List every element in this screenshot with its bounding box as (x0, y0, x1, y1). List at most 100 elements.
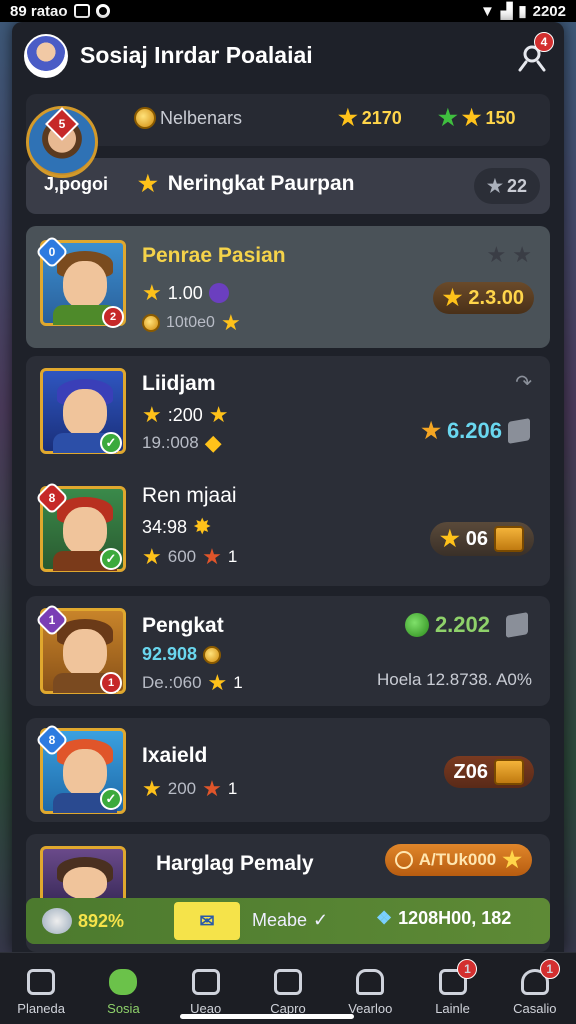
tab-badge: 1 (457, 959, 478, 979)
friends-button[interactable]: 4 (512, 32, 554, 76)
star-icon: ★ (202, 776, 222, 801)
entry-line2: 19.:008 (142, 433, 199, 452)
star-icon: ★ (440, 526, 460, 551)
star-icon: ★ (207, 670, 228, 695)
stars-value: 2170 (361, 107, 402, 128)
flame-icon: ◆ (204, 430, 222, 455)
inventory-icon (191, 969, 220, 995)
entry-line2-suffix: 1 (227, 547, 238, 566)
entry-extra: Hoela 12.8738. A0% (376, 670, 532, 689)
star-icon: ★ (461, 105, 482, 130)
player-rank-row[interactable]: J,pogoi ★ Neringkat Paurpan ★ 22 (26, 158, 550, 214)
reward-total: 1208H00, 182 (398, 908, 512, 928)
ticket-button[interactable]: ✉ (174, 902, 240, 940)
sync-icon (95, 4, 110, 18)
reward-strip[interactable]: 892% ✉ Meabe ✓ ❖ 1208H00, 182 (26, 898, 550, 944)
check-small-icon: ✓ (313, 910, 329, 930)
chest-icon[interactable] (494, 759, 524, 785)
currency-label: Nelbenars (160, 107, 243, 128)
list-item[interactable]: 8 ✓ Ixaield ★ 200 ★ 1 Z06 (26, 718, 550, 822)
tab-casalio[interactable]: Casalio 1 (494, 953, 576, 1024)
star-icon: ★ (142, 402, 162, 427)
favorite-icons[interactable]: ★ ★ (486, 242, 532, 268)
alert-mark: 1 (100, 672, 122, 694)
notification-badge: 4 (534, 32, 554, 52)
star-icon: ★ (220, 310, 241, 335)
currency-bar: Nelbenars ★ 2170 ★ ★ 150 (26, 94, 550, 146)
green-value: 150 (485, 107, 516, 128)
coin-icon (134, 107, 156, 129)
star-icon: ✸ (193, 514, 212, 539)
pot-icon (42, 908, 72, 934)
share-icon[interactable]: ↷ (515, 370, 532, 395)
tab-label: Casalio (513, 1001, 557, 1016)
timer-icon (394, 851, 413, 869)
box-icon[interactable] (506, 612, 528, 638)
score-pill: ★ 06 (430, 522, 534, 556)
cta-label: A/TUk000 (418, 850, 497, 869)
hero-portrait (40, 846, 126, 906)
star-icon: ★ (142, 776, 162, 801)
tab-label: Sosia (107, 1001, 140, 1016)
rank-points: 22 (507, 175, 528, 196)
tab-label: Lainle (435, 1001, 470, 1016)
entry-name: Penrae Pasian (142, 244, 286, 267)
list-item[interactable]: 1 1 Pengkat 92.908 De.:060 ★ 1 2.202 Hoe… (26, 596, 550, 706)
tab-badge: 1 (539, 959, 560, 979)
leaderboard-panel: Sosiaj Inrdar Poalaiai 4 Nelbenars ★ 217… (12, 22, 564, 952)
clock: 2202 (532, 2, 566, 20)
entry-score: 6.206 (446, 418, 502, 443)
cta-button[interactable]: A/TUk000 ★ (384, 844, 532, 876)
entry-score: Z06 (453, 760, 488, 783)
check-icon: ✓ (100, 432, 122, 454)
check-icon: ✓ (100, 788, 122, 810)
tab-label: Vearloo (348, 1001, 393, 1016)
shop-icon (273, 969, 302, 995)
green-star-icon: ★ (438, 105, 458, 130)
list-item[interactable]: 0 2 Penrae Pasian ★ 1.00 10t0e0 ★ ★ ★ ★ … (26, 226, 550, 348)
gem-icon (208, 283, 229, 303)
entry-name: Liidjam (142, 372, 216, 395)
star-icon: ★ (202, 544, 222, 569)
entry-score: 2.202 (434, 612, 490, 637)
box-icon[interactable] (508, 418, 530, 444)
entry-name: Ixaield (142, 744, 208, 767)
entry-name: Ren mjaai (142, 484, 237, 507)
diamond-icon: ❖ (376, 908, 393, 928)
entry-line1: :200 (167, 404, 203, 425)
trophy-icon (356, 969, 385, 995)
page-title: Sosiaj Inrdar Poalaiai (80, 42, 313, 68)
entry-line1: 34:98 (142, 516, 188, 537)
entry-line1: 1.00 (167, 282, 203, 303)
rank-points-pill: ★ 22 (474, 168, 540, 204)
alert-mark: 2 (102, 306, 124, 328)
entry-line2: 10t0e0 (166, 314, 215, 331)
coin-icon (142, 314, 160, 332)
star-icon: ★ (142, 544, 162, 569)
score-pill: Z06 (443, 756, 534, 788)
entry-line2: 200 (167, 779, 197, 798)
battery-icon: ▮ (518, 3, 527, 20)
reward-percent: 892% (78, 910, 125, 931)
check-icon: ✓ (100, 548, 122, 570)
chest-icon[interactable] (494, 526, 524, 552)
tab-lainle[interactable]: Lainle 1 (411, 953, 493, 1024)
green-orb-icon (404, 613, 429, 637)
score-pill: ★ 2.3.00 (432, 282, 534, 314)
entry-name: Harglag Pemaly (156, 852, 314, 875)
entry-score: 06 (465, 527, 488, 550)
gallery-icon (73, 4, 90, 18)
tab-sosia[interactable]: Sosia (82, 953, 164, 1024)
reward-label: Meabe (252, 910, 308, 930)
user-avatar[interactable] (24, 34, 68, 78)
entry-line2: De.:060 (142, 673, 202, 692)
entry-name: Pengkat (142, 614, 224, 637)
coin-icon (203, 645, 222, 664)
tab-planeda[interactable]: Planeda (0, 953, 82, 1024)
entry-score: 2.3.00 (468, 286, 524, 309)
star-icon: ★ (442, 285, 463, 310)
entry-line2-suffix: 1 (227, 779, 238, 798)
ticket-icon: ✉ (199, 910, 215, 931)
star-icon: ★ (338, 105, 358, 130)
entry-line2: 600 (167, 547, 197, 566)
